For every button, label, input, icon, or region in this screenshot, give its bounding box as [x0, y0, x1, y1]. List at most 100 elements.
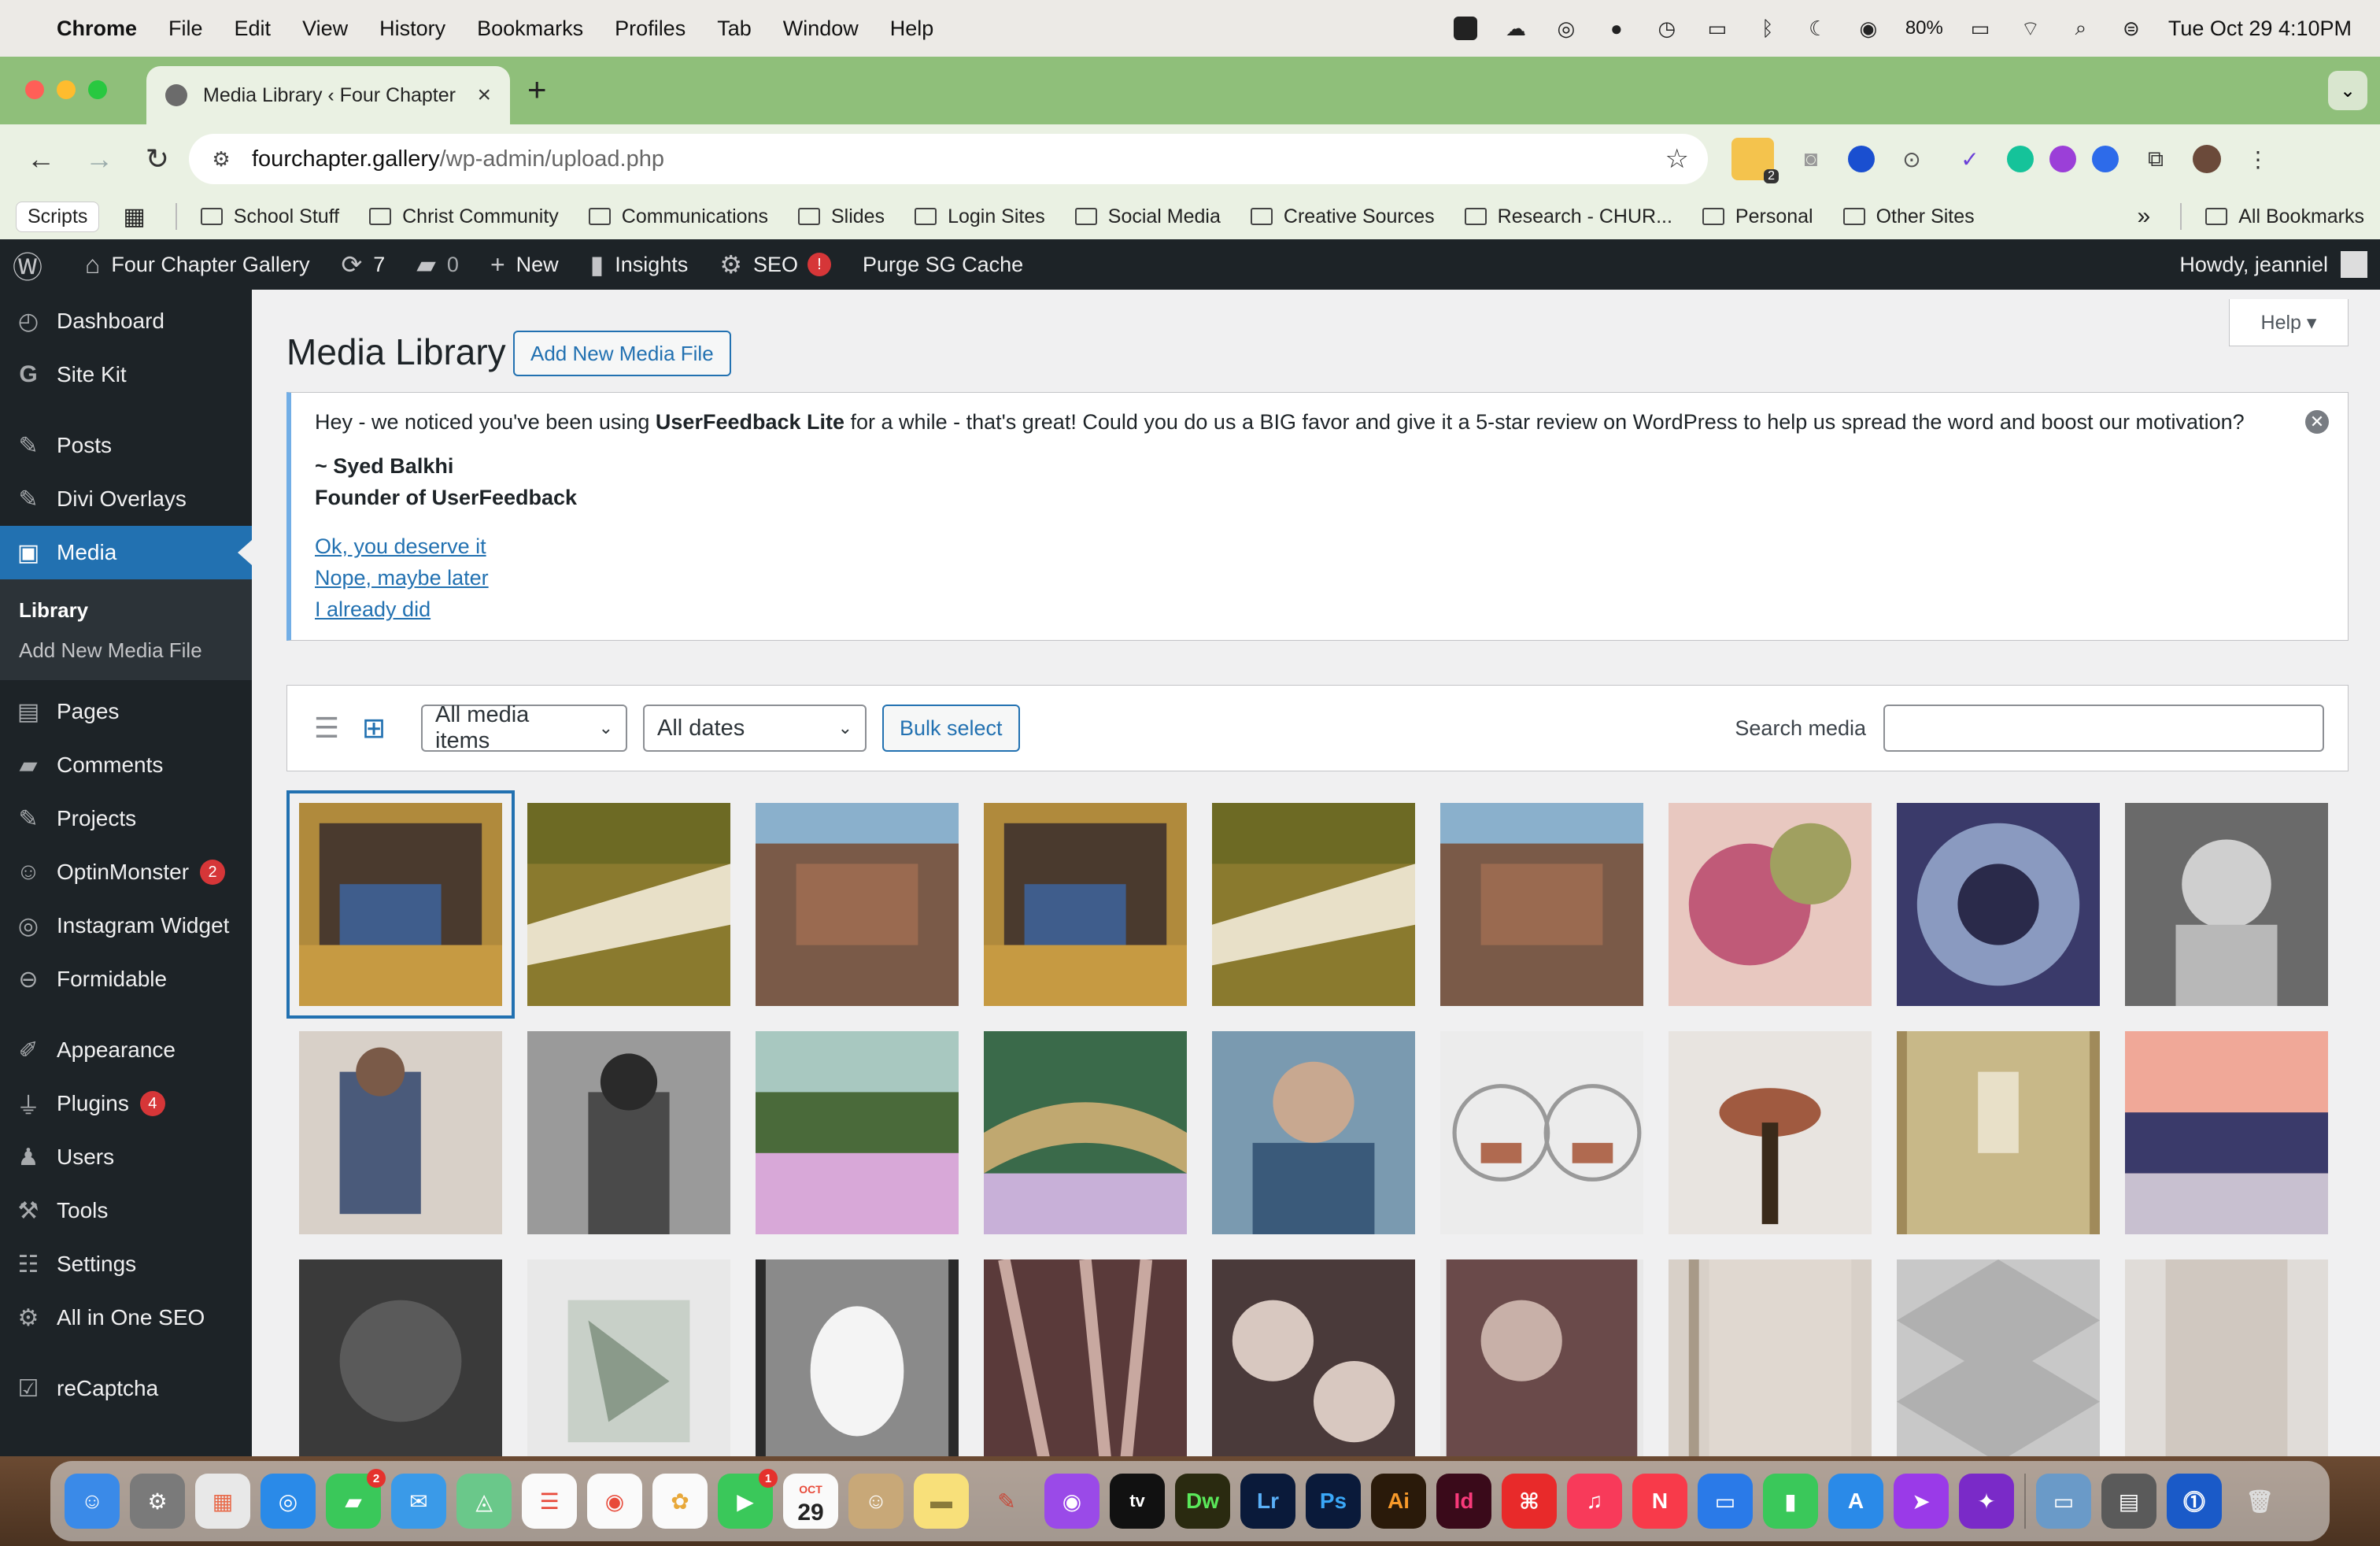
- menu-view[interactable]: View: [302, 17, 348, 41]
- camera-extension-icon[interactable]: ◙: [1790, 138, 1832, 180]
- media-thumbnail[interactable]: [1897, 1031, 2100, 1234]
- adminbar-new[interactable]: + New: [490, 250, 559, 279]
- review-yes-link[interactable]: Ok, you deserve it: [315, 531, 2324, 562]
- v-extension-icon[interactable]: ✓: [1949, 138, 1991, 180]
- back-arrow-icon[interactable]: ←: [19, 137, 63, 181]
- battery-icon[interactable]: ▭: [1967, 15, 1994, 42]
- chrome-icon[interactable]: ◉: [587, 1474, 642, 1529]
- menu-tab[interactable]: Tab: [717, 17, 752, 41]
- adminbar-seo[interactable]: ⚙ SEO!: [719, 250, 832, 279]
- address-bar[interactable]: ⚙ fourchapter.gallery/wp-admin/upload.ph…: [189, 134, 1708, 184]
- help-tab-button[interactable]: Help ▾: [2229, 299, 2349, 346]
- launchpad-icon[interactable]: ▦: [195, 1474, 250, 1529]
- photoshop-icon[interactable]: Ps: [1306, 1474, 1361, 1529]
- profile-avatar-icon[interactable]: [2193, 145, 2221, 173]
- bookmark-folder-school[interactable]: School Stuff: [200, 205, 339, 228]
- sidebar-item-recaptcha[interactable]: ☑ reCaptcha: [0, 1362, 252, 1415]
- notes-icon[interactable]: ▬: [914, 1474, 969, 1529]
- time-machine-icon[interactable]: ◷: [1654, 15, 1680, 42]
- media-thumbnail[interactable]: [1669, 803, 1872, 1006]
- media-thumbnail[interactable]: [299, 1259, 502, 1456]
- sidebar-item-comments[interactable]: ▰ Comments: [0, 738, 252, 792]
- review-done-link[interactable]: I already did: [315, 594, 2324, 625]
- menu-edit[interactable]: Edit: [235, 17, 272, 41]
- preview-icon[interactable]: ▭: [2036, 1474, 2091, 1529]
- grammarly-icon[interactable]: ●: [1603, 15, 1630, 42]
- sidebar-item-projects[interactable]: ✎ Projects: [0, 792, 252, 845]
- airdrop-icon[interactable]: ◉: [1855, 15, 1882, 42]
- bookmark-folder-slides[interactable]: Slides: [797, 205, 885, 228]
- sidebar-item-formidable[interactable]: ⊖ Formidable: [0, 952, 252, 1006]
- media-thumbnail[interactable]: [1212, 1259, 1415, 1456]
- illustrator-icon[interactable]: Ai: [1371, 1474, 1426, 1529]
- focus-moon-icon[interactable]: ☾: [1805, 15, 1831, 42]
- bookmark-folder-christ-community[interactable]: Christ Community: [369, 205, 559, 228]
- menu-file[interactable]: File: [168, 17, 203, 41]
- media-thumbnail[interactable]: [1440, 1031, 1643, 1234]
- media-thumbnail[interactable]: [1897, 803, 2100, 1006]
- iq-extension-icon[interactable]: [1848, 146, 1875, 172]
- sidebar-item-instagram-widget[interactable]: ◎ Instagram Widget: [0, 899, 252, 952]
- sidebar-item-appearance[interactable]: ✐ Appearance: [0, 1023, 252, 1077]
- maps-icon[interactable]: ◬: [456, 1474, 512, 1529]
- menubar-clock[interactable]: Tue Oct 29 4:10PM: [2168, 17, 2352, 41]
- media-thumbnail[interactable]: [1897, 1259, 2100, 1456]
- sidebar-item-settings[interactable]: ☷ Settings: [0, 1237, 252, 1291]
- bookmark-folder-social-media[interactable]: Social Media: [1074, 205, 1221, 228]
- wordpress-logo-icon[interactable]: Ⓦ: [13, 243, 54, 287]
- sidebar-item-users[interactable]: ♟ Users: [0, 1130, 252, 1184]
- menu-bookmarks[interactable]: Bookmarks: [477, 17, 583, 41]
- sidebar-item-sitekit[interactable]: G Site Kit: [0, 348, 252, 401]
- control-center-icon[interactable]: ⊜: [2118, 15, 2145, 42]
- messages-icon[interactable]: ▰ 2: [326, 1469, 386, 1529]
- spotlight-search-icon[interactable]: ⌕: [2068, 15, 2094, 42]
- media-thumbnail[interactable]: [2125, 1031, 2328, 1234]
- lock-extension-icon[interactable]: ⊙: [1890, 138, 1933, 180]
- list-view-icon[interactable]: ☰: [311, 712, 342, 744]
- finder-icon[interactable]: ☺: [65, 1474, 120, 1529]
- site-info-icon[interactable]: ⚙: [208, 146, 235, 172]
- review-later-link[interactable]: Nope, maybe later: [315, 562, 2324, 594]
- extension-folder-icon[interactable]: 2: [1731, 138, 1779, 183]
- cursor-app-icon[interactable]: ➤: [1894, 1474, 1949, 1529]
- sidebar-item-dashboard[interactable]: ◴ Dashboard: [0, 294, 252, 348]
- bookmarks-overflow-icon[interactable]: »: [2138, 203, 2151, 230]
- media-thumbnail[interactable]: [1669, 1031, 1872, 1234]
- menu-help[interactable]: Help: [890, 17, 934, 41]
- zoom-window-icon[interactable]: [88, 80, 107, 99]
- minimize-window-icon[interactable]: [57, 80, 76, 99]
- trash-icon[interactable]: 🗑: [2232, 1474, 2287, 1529]
- podcasts-icon[interactable]: ◉: [1044, 1474, 1099, 1529]
- media-thumbnail[interactable]: [299, 1031, 502, 1234]
- bookmark-scripts[interactable]: Scripts: [16, 201, 100, 232]
- pen-app-icon[interactable]: ✎: [979, 1474, 1034, 1529]
- grid-view-icon[interactable]: ⊞: [358, 712, 390, 744]
- bookmark-folder-communications[interactable]: Communications: [588, 205, 768, 228]
- contacts-icon[interactable]: ☺: [848, 1474, 904, 1529]
- media-thumbnail[interactable]: [756, 803, 959, 1006]
- grammarly-extension-icon[interactable]: [2007, 146, 2034, 172]
- media-thumbnail[interactable]: [1212, 803, 1415, 1006]
- calendar-icon[interactable]: OCT 29: [783, 1474, 838, 1529]
- media-thumbnail[interactable]: [286, 790, 515, 1019]
- close-window-icon[interactable]: [25, 80, 44, 99]
- mail-icon[interactable]: ✉: [391, 1474, 446, 1529]
- media-thumbnail[interactable]: [984, 803, 1187, 1006]
- sidebar-item-pages[interactable]: ▤ Pages: [0, 685, 252, 738]
- sidebar-item-optinmonster[interactable]: ☺ OptinMonster 2: [0, 845, 252, 899]
- media-thumbnail[interactable]: [756, 1259, 959, 1456]
- screen-share-icon[interactable]: ◎: [1553, 15, 1580, 42]
- menu-window[interactable]: Window: [783, 17, 859, 41]
- media-thumbnail[interactable]: [984, 1259, 1187, 1456]
- adminbar-site-name[interactable]: ⌂ Four Chapter Gallery: [85, 250, 309, 279]
- tab-close-icon[interactable]: ×: [477, 82, 491, 109]
- dreamweaver-icon[interactable]: Dw: [1175, 1474, 1230, 1529]
- sidebar-item-all-in-one-seo[interactable]: ⚙ All in One SEO: [0, 1291, 252, 1344]
- bookmark-folder-other-sites[interactable]: Other Sites: [1842, 205, 1975, 228]
- reload-icon[interactable]: ↻: [135, 137, 179, 181]
- bookmark-star-icon[interactable]: ☆: [1665, 143, 1689, 175]
- search-media-input[interactable]: [1883, 705, 2324, 752]
- media-thumbnail[interactable]: [984, 1031, 1187, 1234]
- adminbar-account[interactable]: Howdy, jeanniel: [2179, 251, 2367, 278]
- chrome-menu-icon[interactable]: ⋮: [2237, 138, 2279, 180]
